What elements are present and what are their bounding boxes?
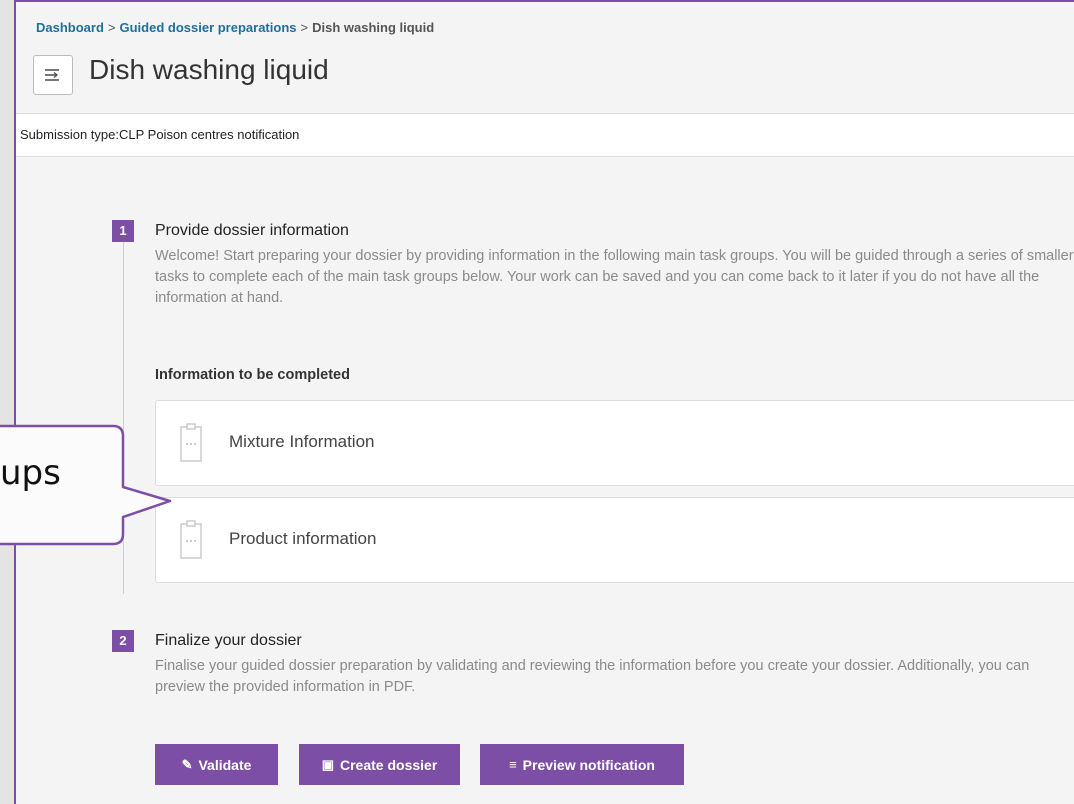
- broom-icon: ✎: [181, 756, 193, 772]
- breadcrumb-separator: >: [300, 20, 309, 35]
- breadcrumb-guided-dossier-link[interactable]: Guided dossier preparations: [120, 20, 297, 35]
- breadcrumb-current: Dish washing liquid: [312, 20, 435, 35]
- task-label: Product information: [229, 529, 377, 548]
- step-2-description: Finalise your guided dossier preparation…: [155, 658, 1030, 695]
- page-title: Dish washing liquid: [89, 54, 329, 85]
- submission-type-bar: Submission type:CLP Poison centres notif…: [16, 113, 1074, 157]
- task-label: Mixture Information: [229, 432, 375, 451]
- main-panel: Dashboard > Guided dossier preparations > Di…: [14, 0, 1074, 804]
- step-1-title: Provide dossier information: [155, 222, 349, 239]
- menu-toggle-icon: [45, 69, 59, 81]
- menu-toggle-button[interactable]: [33, 55, 73, 95]
- breadcrumb-separator: >: [107, 20, 116, 35]
- task-card-mixture-information[interactable]: Mixture Information: [155, 400, 1074, 486]
- clipboard-icon: [180, 520, 202, 559]
- create-dossier-label: Create dossier: [340, 756, 438, 773]
- step-2-number: 2: [112, 630, 134, 652]
- validate-button[interactable]: ✎ Validate: [155, 744, 278, 785]
- document-icon: ≡: [509, 757, 517, 772]
- step-1-number: 1: [112, 220, 134, 242]
- preview-notification-button[interactable]: ≡ Preview notification: [480, 744, 684, 785]
- information-subheading: Information to be completed: [155, 367, 350, 383]
- validate-label: Validate: [198, 756, 252, 773]
- save-icon: ▣: [321, 756, 334, 772]
- breadcrumb: Dashboard > Guided dossier preparations > Di…: [36, 20, 434, 35]
- callout-text: ups: [0, 453, 61, 493]
- task-card-product-information[interactable]: Product information: [155, 497, 1074, 583]
- panel-top-border: [14, 0, 1074, 2]
- preview-notification-label: Preview notification: [522, 756, 655, 773]
- step-1-description: Welcome! Start preparing your dossier by…: [155, 248, 1074, 306]
- submission-type-text: Submission type:CLP Poison centres notif…: [20, 127, 300, 142]
- step-2-title: Finalize your dossier: [155, 632, 302, 649]
- create-dossier-button[interactable]: ▣ Create dossier: [299, 744, 460, 785]
- clipboard-icon: [180, 423, 202, 462]
- breadcrumb-dashboard-link[interactable]: Dashboard: [36, 20, 104, 35]
